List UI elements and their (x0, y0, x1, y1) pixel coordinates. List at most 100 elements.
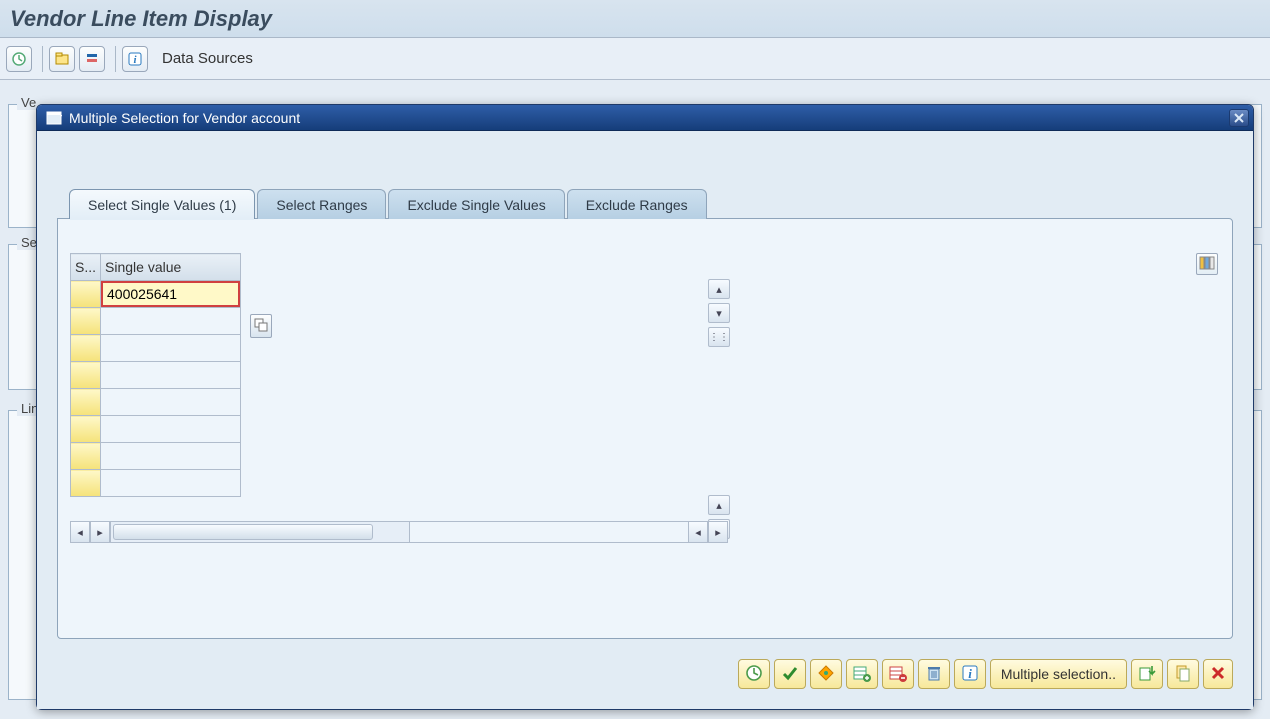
get-variant-button[interactable] (49, 46, 75, 72)
hscroll-left[interactable]: ▸ (90, 521, 110, 543)
table-row (71, 416, 241, 443)
single-value-cell[interactable] (101, 335, 241, 362)
table-minus-icon (889, 664, 907, 685)
scroll-up-button[interactable]: ▾ (708, 303, 730, 323)
execute-button[interactable] (738, 659, 770, 689)
svg-text:i: i (968, 666, 972, 681)
equals-lines-icon (84, 51, 100, 67)
tab-pane: S... Single value (57, 218, 1233, 639)
triangle-right-icon: ▸ (97, 526, 103, 539)
grip-icon: ⋮⋮ (709, 332, 729, 343)
column-settings-icon (1199, 255, 1215, 274)
window-icon (45, 109, 63, 127)
select-option-cell[interactable] (71, 335, 101, 362)
triangle-left-icon: ◂ (695, 526, 701, 539)
vertical-scroll-column: ▴ ▾ ⋮⋮ ▴ ▾ (708, 279, 730, 539)
select-option-cell[interactable] (71, 281, 101, 308)
import-text-button[interactable] (1131, 659, 1163, 689)
scroll-drag-handle[interactable]: ⋮⋮ (708, 327, 730, 347)
triangle-up-solid-icon: ▴ (716, 283, 722, 296)
dynamic-selections-button[interactable] (79, 46, 105, 72)
select-option-cell[interactable] (71, 308, 101, 335)
single-value-cell[interactable] (101, 281, 241, 308)
table-row (71, 470, 241, 497)
clipboard-button[interactable] (1167, 659, 1199, 689)
app-toolbar: i Data Sources (0, 38, 1270, 80)
col-header-select-option[interactable]: S... (71, 254, 101, 281)
insert-row-button[interactable] (846, 659, 878, 689)
hscroll-thumb[interactable] (113, 524, 373, 540)
clipboard-icon (1174, 664, 1192, 685)
cancel-button[interactable] (1203, 659, 1233, 689)
check-button[interactable] (774, 659, 806, 689)
options-diamond-icon (817, 664, 835, 685)
multiple-selection-label: Multiple selection.. (1001, 666, 1116, 682)
tab-label: Exclude Single Values (407, 197, 545, 213)
table-header-row: S... Single value (71, 254, 241, 281)
dialog-title: Multiple Selection for Vendor account (69, 109, 1229, 126)
tab-select-single-values[interactable]: Select Single Values (1) (69, 189, 255, 219)
hscroll-left-fast[interactable]: ◂ (70, 521, 90, 543)
hscroll-right-fast[interactable]: ▸ (708, 521, 728, 543)
table-row (71, 308, 241, 335)
single-value-cell[interactable] (101, 416, 241, 443)
page-title: Vendor Line Item Display (10, 6, 272, 32)
col-header-single-value[interactable]: Single value (101, 254, 241, 281)
multiple-selection-button[interactable]: Multiple selection.. (990, 659, 1127, 689)
trash-icon (925, 664, 943, 685)
table-row (71, 389, 241, 416)
clock-execute-icon (745, 664, 763, 685)
info-icon: i (961, 664, 979, 685)
select-option-cell[interactable] (71, 470, 101, 497)
dialog-close-button[interactable] (1229, 109, 1249, 127)
hscroll-track[interactable] (110, 521, 410, 543)
scroll-down-button[interactable]: ▴ (708, 495, 730, 515)
page-title-bar: Vendor Line Item Display (0, 0, 1270, 38)
single-value-cell[interactable] (101, 443, 241, 470)
data-sources-label[interactable]: Data Sources (162, 50, 253, 67)
single-values-table: S... Single value (70, 253, 241, 497)
triangle-right-icon: ▸ (715, 526, 721, 539)
select-option-cell[interactable] (71, 416, 101, 443)
dialog-toolbar: i Multiple selection.. (738, 659, 1233, 689)
table-plus-icon (853, 664, 871, 685)
table-row (71, 281, 241, 308)
search-help-button[interactable] (250, 314, 272, 338)
triangle-left-icon: ◂ (77, 526, 83, 539)
delete-all-button[interactable] (918, 659, 950, 689)
selection-options-button[interactable] (810, 659, 842, 689)
tab-label: Select Single Values (1) (88, 197, 236, 213)
single-value-cell[interactable] (101, 308, 241, 335)
select-option-cell[interactable] (71, 362, 101, 389)
close-icon (1234, 110, 1244, 126)
tabstrip: Select Single Values (1) Select Ranges E… (69, 189, 707, 219)
single-value-cell[interactable] (101, 470, 241, 497)
table-row (71, 335, 241, 362)
select-option-cell[interactable] (71, 443, 101, 470)
hscroll-right[interactable]: ◂ (688, 521, 708, 543)
tab-label: Exclude Ranges (586, 197, 688, 213)
single-value-input[interactable] (101, 281, 240, 307)
execute-button[interactable] (6, 46, 32, 72)
folder-variant-icon (54, 51, 70, 67)
column-settings-button[interactable] (1196, 253, 1218, 275)
chevron-up-icon: ▾ (716, 307, 722, 320)
tab-select-ranges[interactable]: Select Ranges (257, 189, 386, 219)
tab-exclude-single-values[interactable]: Exclude Single Values (388, 189, 564, 219)
horizontal-scrollbar: ◂ ▸ ◂ ▸ (70, 521, 728, 543)
tab-exclude-ranges[interactable]: Exclude Ranges (567, 189, 707, 219)
single-value-cell[interactable] (101, 362, 241, 389)
check-icon (781, 664, 799, 685)
grid: S... Single value (70, 253, 241, 497)
import-arrow-icon (1138, 664, 1156, 685)
info-button[interactable]: i (122, 46, 148, 72)
select-option-cell[interactable] (71, 389, 101, 416)
cancel-x-icon (1210, 665, 1226, 684)
tab-label: Select Ranges (276, 197, 367, 213)
multiple-selection-dialog: Multiple Selection for Vendor account Se… (36, 104, 1254, 710)
dialog-titlebar[interactable]: Multiple Selection for Vendor account (37, 105, 1253, 131)
scroll-top-button[interactable]: ▴ (708, 279, 730, 299)
single-value-cell[interactable] (101, 389, 241, 416)
help-button[interactable]: i (954, 659, 986, 689)
delete-row-button[interactable] (882, 659, 914, 689)
